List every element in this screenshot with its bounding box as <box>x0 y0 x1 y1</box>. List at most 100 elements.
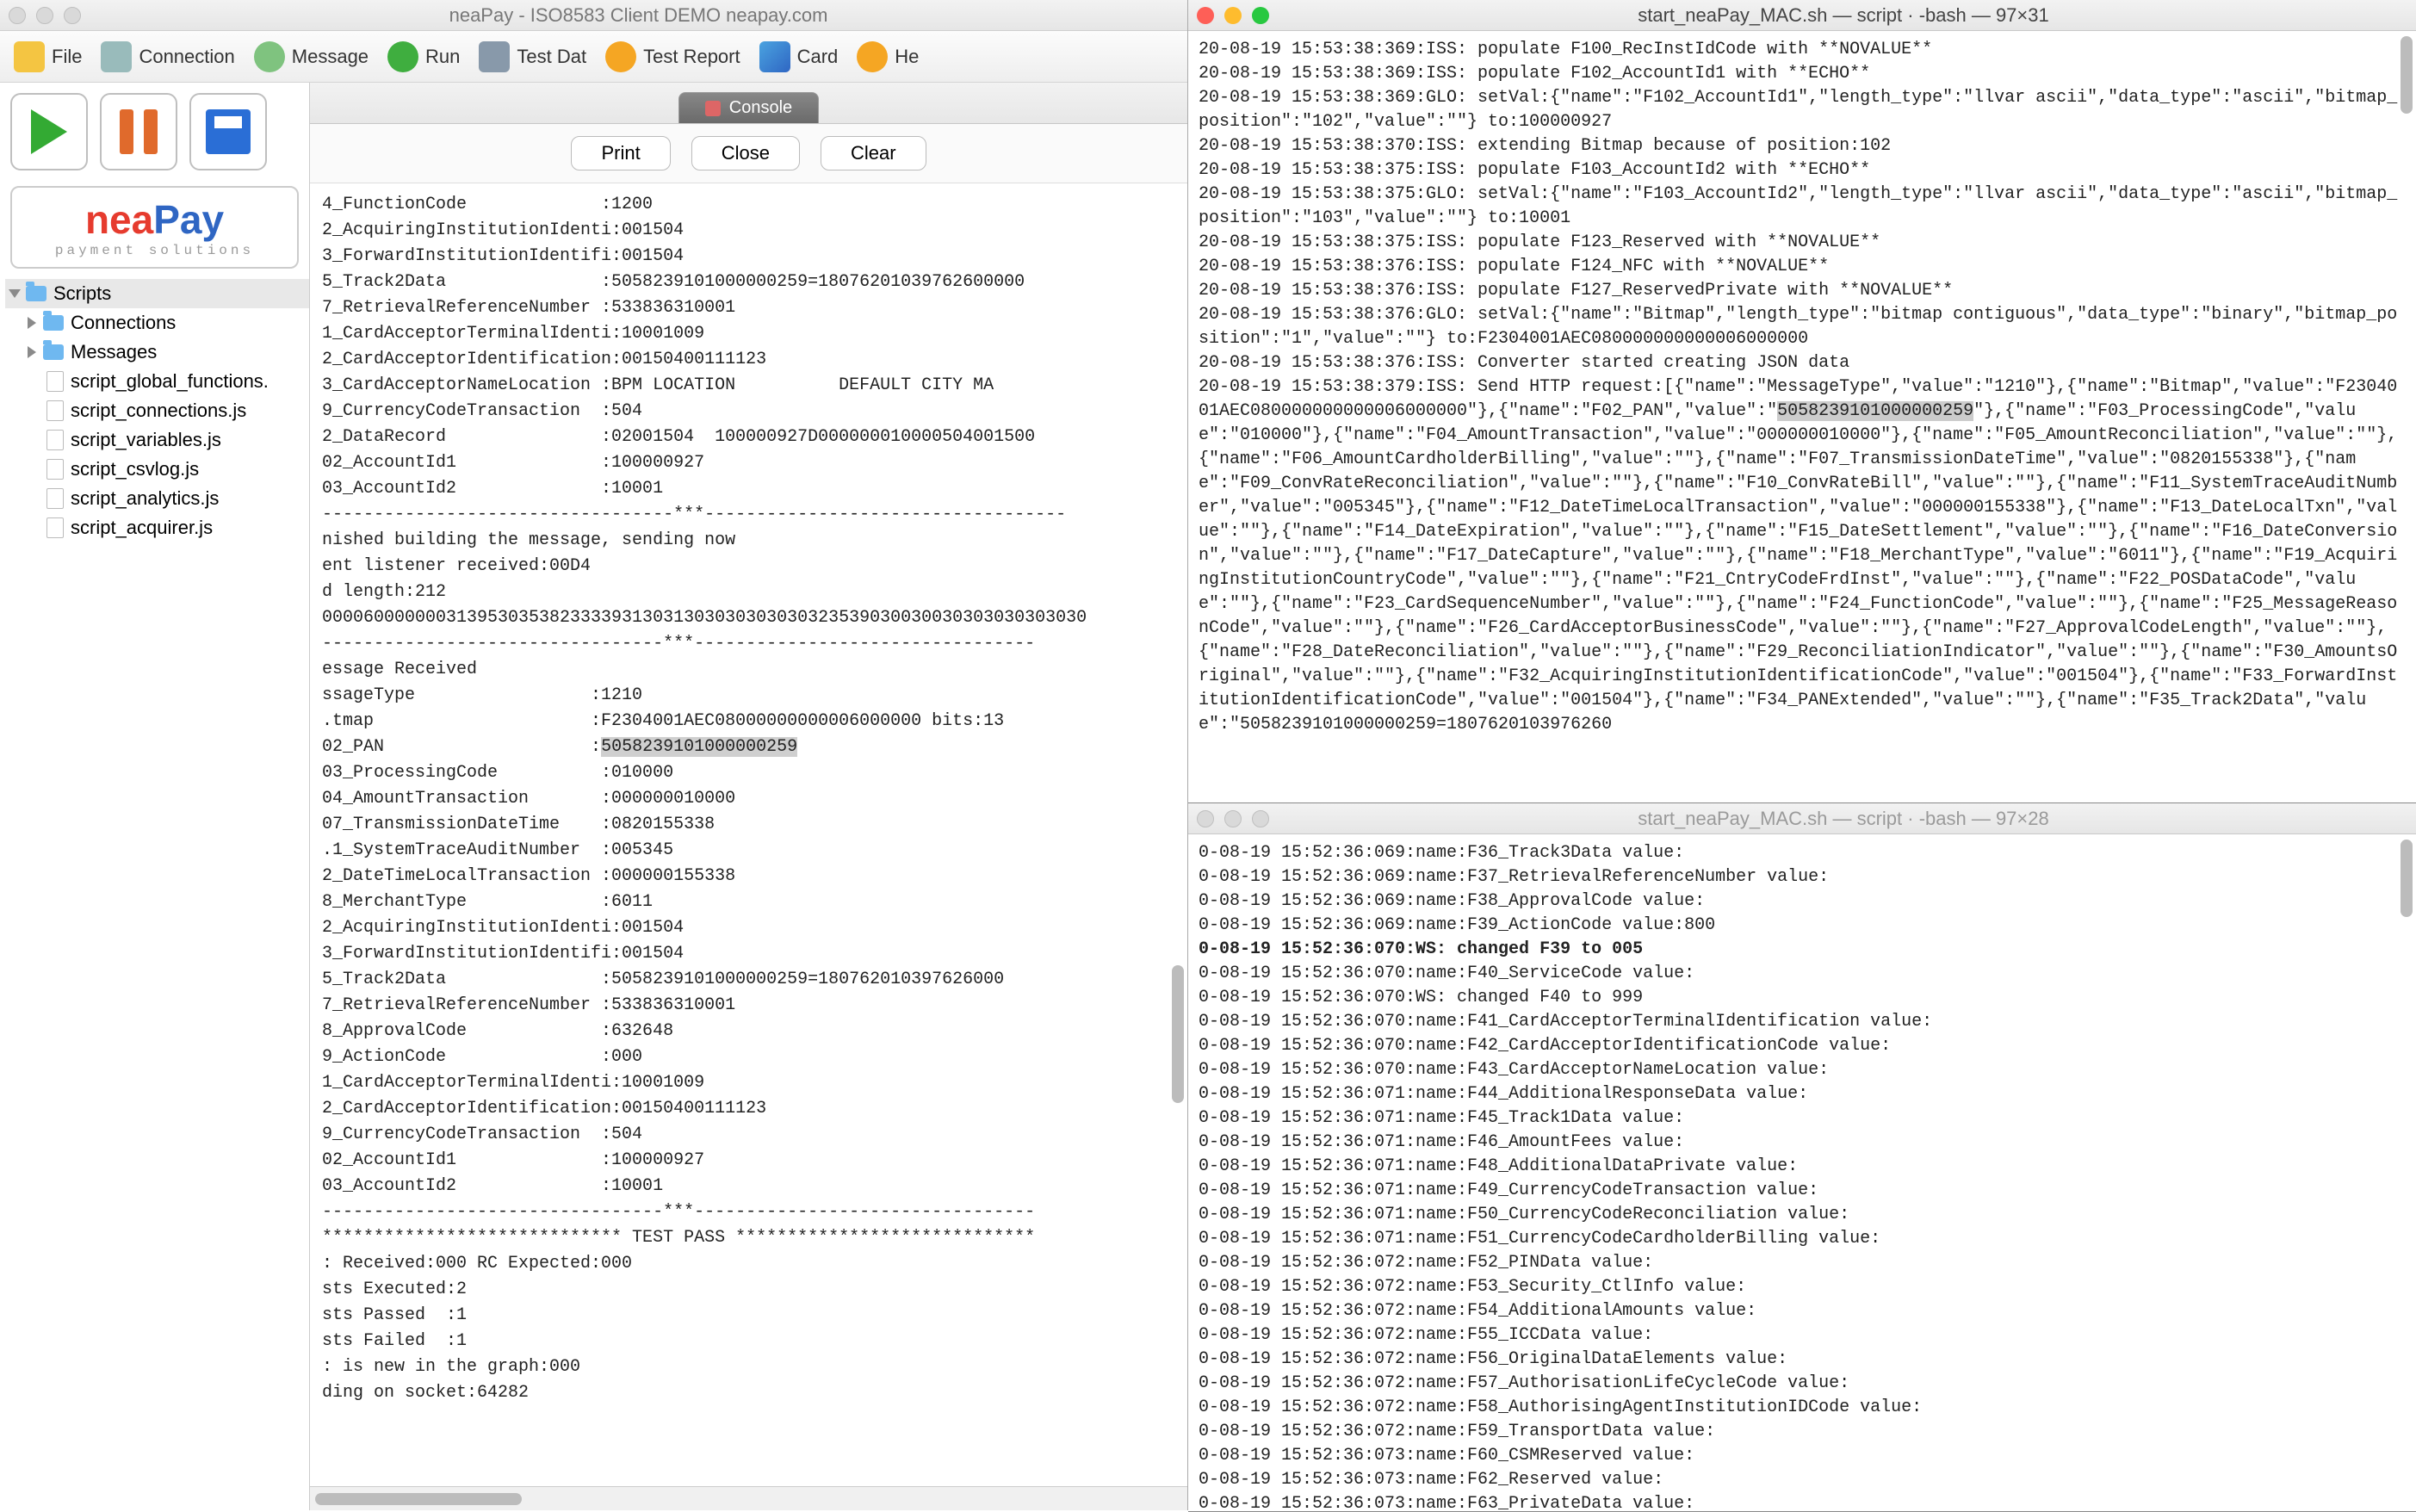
terminal-1-body[interactable]: 20-08-19 15:53:38:369:ISS: populate F100… <box>1188 31 2416 802</box>
horizontal-scrollbar[interactable] <box>310 1486 1187 1510</box>
toolbar-message[interactable]: Message <box>249 38 374 76</box>
zoom-window-icon[interactable] <box>1252 7 1269 24</box>
script-tree[interactable]: Scripts Connections Messages script_glob… <box>0 274 309 1510</box>
play-button[interactable] <box>10 93 88 170</box>
tree-file-label: script_connections.js <box>71 400 246 422</box>
terminal-1-titlebar: start_neaPay_MAC.sh — script · -bash — 9… <box>1188 0 2416 31</box>
logo-subtitle: payment solutions <box>22 243 287 258</box>
terminal-icon <box>705 101 721 116</box>
close-window-icon[interactable] <box>1197 7 1214 24</box>
minimize-window-icon[interactable] <box>1224 810 1242 827</box>
console-tab-label: Console <box>729 98 792 118</box>
control-buttons <box>0 83 309 181</box>
toolbar-file-label: File <box>52 46 82 68</box>
tree-file[interactable]: script_acquirer.js <box>5 513 309 542</box>
toolbar-file[interactable]: File <box>9 38 87 76</box>
tree-file[interactable]: script_analytics.js <box>5 484 309 513</box>
file-icon <box>46 517 64 538</box>
tree-file[interactable]: script_csvlog.js <box>5 455 309 484</box>
terminal-2-title: start_neaPay_MAC.sh — script · -bash — 9… <box>1279 808 2407 830</box>
tree-file[interactable]: script_global_functions. <box>5 367 309 396</box>
help-icon <box>857 41 888 72</box>
console-output[interactable]: 4_FunctionCode :1200 2_AcquiringInstitut… <box>310 183 1187 1486</box>
file-icon <box>46 430 64 450</box>
file-icon <box>46 488 64 509</box>
terminal-1: start_neaPay_MAC.sh — script · -bash — 9… <box>1188 0 2416 803</box>
console-buttons: Print Close Clear <box>310 124 1187 183</box>
tree-file-label: script_global_functions. <box>71 370 269 393</box>
toolbar-testreport-label: Test Report <box>643 46 740 68</box>
logo: neaPay payment solutions <box>10 186 299 269</box>
logo-text: neaPay <box>22 196 287 243</box>
tree-scripts-label: Scripts <box>53 282 111 305</box>
close-window-icon[interactable] <box>1197 810 1214 827</box>
toolbar-testreport[interactable]: Test Report <box>600 38 746 76</box>
pause-button[interactable] <box>100 93 177 170</box>
tree-messages-label: Messages <box>71 341 157 363</box>
print-button[interactable]: Print <box>571 136 670 170</box>
window-title: neaPay - ISO8583 Client DEMO neapay.com <box>98 4 1179 27</box>
tree-messages[interactable]: Messages <box>5 338 309 367</box>
pause-icon <box>120 109 158 154</box>
terminal-2-text: 0-08-19 15:52:36:069:name:F36_Track3Data… <box>1199 841 2406 1511</box>
chevron-down-icon <box>9 289 21 298</box>
tree-file-label: script_acquirer.js <box>71 517 213 539</box>
run-icon <box>387 41 418 72</box>
toolbar-connection-label: Connection <box>139 46 234 68</box>
terminals: start_neaPay_MAC.sh — script · -bash — 9… <box>1188 0 2416 1510</box>
tree-file-label: script_variables.js <box>71 429 221 451</box>
vertical-scrollbar[interactable] <box>2397 834 2414 1511</box>
tree-file-label: script_csvlog.js <box>71 458 199 480</box>
file-icon <box>46 371 64 392</box>
titlebar: neaPay - ISO8583 Client DEMO neapay.com <box>0 0 1187 31</box>
console-tabs: Console <box>310 83 1187 124</box>
tree-file[interactable]: script_variables.js <box>5 425 309 455</box>
vertical-scrollbar[interactable] <box>2397 31 2414 802</box>
report-icon <box>605 41 636 72</box>
folder-icon <box>26 286 46 301</box>
terminal-1-title: start_neaPay_MAC.sh — script · -bash — 9… <box>1279 4 2407 27</box>
save-icon <box>206 109 251 154</box>
terminal-1-text: 20-08-19 15:53:38:369:ISS: populate F100… <box>1199 38 2406 737</box>
toolbar-connection[interactable]: Connection <box>96 38 239 76</box>
folder-icon <box>14 41 45 72</box>
tree-scripts[interactable]: Scripts <box>5 279 309 308</box>
close-window-icon[interactable] <box>9 7 26 24</box>
console-text: 4_FunctionCode :1200 2_AcquiringInstitut… <box>322 192 1175 1406</box>
toolbar-run-label: Run <box>425 46 460 68</box>
chevron-right-icon <box>28 346 36 358</box>
vertical-scrollbar[interactable] <box>1168 183 1186 1486</box>
chevron-right-icon <box>28 317 36 329</box>
close-button[interactable]: Close <box>691 136 800 170</box>
message-icon <box>254 41 285 72</box>
toolbar-cards-label: Card <box>797 46 839 68</box>
toolbar-help[interactable]: He <box>852 38 924 76</box>
console-tab[interactable]: Console <box>678 92 819 123</box>
folder-icon <box>43 344 64 360</box>
tree-file[interactable]: script_connections.js <box>5 396 309 425</box>
cards-icon <box>759 41 790 72</box>
tree-connections[interactable]: Connections <box>5 308 309 338</box>
tree-file-label: script_analytics.js <box>71 487 219 510</box>
minimize-window-icon[interactable] <box>36 7 53 24</box>
toolbar-message-label: Message <box>292 46 369 68</box>
toolbar-testdat[interactable]: Test Dat <box>474 38 592 76</box>
play-icon <box>31 109 67 154</box>
save-button[interactable] <box>189 93 267 170</box>
terminal-2-body[interactable]: 0-08-19 15:52:36:069:name:F36_Track3Data… <box>1188 834 2416 1511</box>
terminal-2-titlebar: start_neaPay_MAC.sh — script · -bash — 9… <box>1188 803 2416 834</box>
terminal-2: start_neaPay_MAC.sh — script · -bash — 9… <box>1188 803 2416 1512</box>
zoom-window-icon[interactable] <box>1252 810 1269 827</box>
file-icon <box>46 459 64 480</box>
toolbar-testdat-label: Test Dat <box>517 46 586 68</box>
minimize-window-icon[interactable] <box>1224 7 1242 24</box>
traffic-lights <box>9 7 81 24</box>
toolbar-cards[interactable]: Card <box>754 38 844 76</box>
sidebar: neaPay payment solutions Scripts Connect… <box>0 83 310 1510</box>
connection-icon <box>101 41 132 72</box>
database-icon <box>479 41 510 72</box>
toolbar-run[interactable]: Run <box>382 38 465 76</box>
clear-button[interactable]: Clear <box>821 136 926 170</box>
zoom-window-icon[interactable] <box>64 7 81 24</box>
folder-icon <box>43 315 64 331</box>
